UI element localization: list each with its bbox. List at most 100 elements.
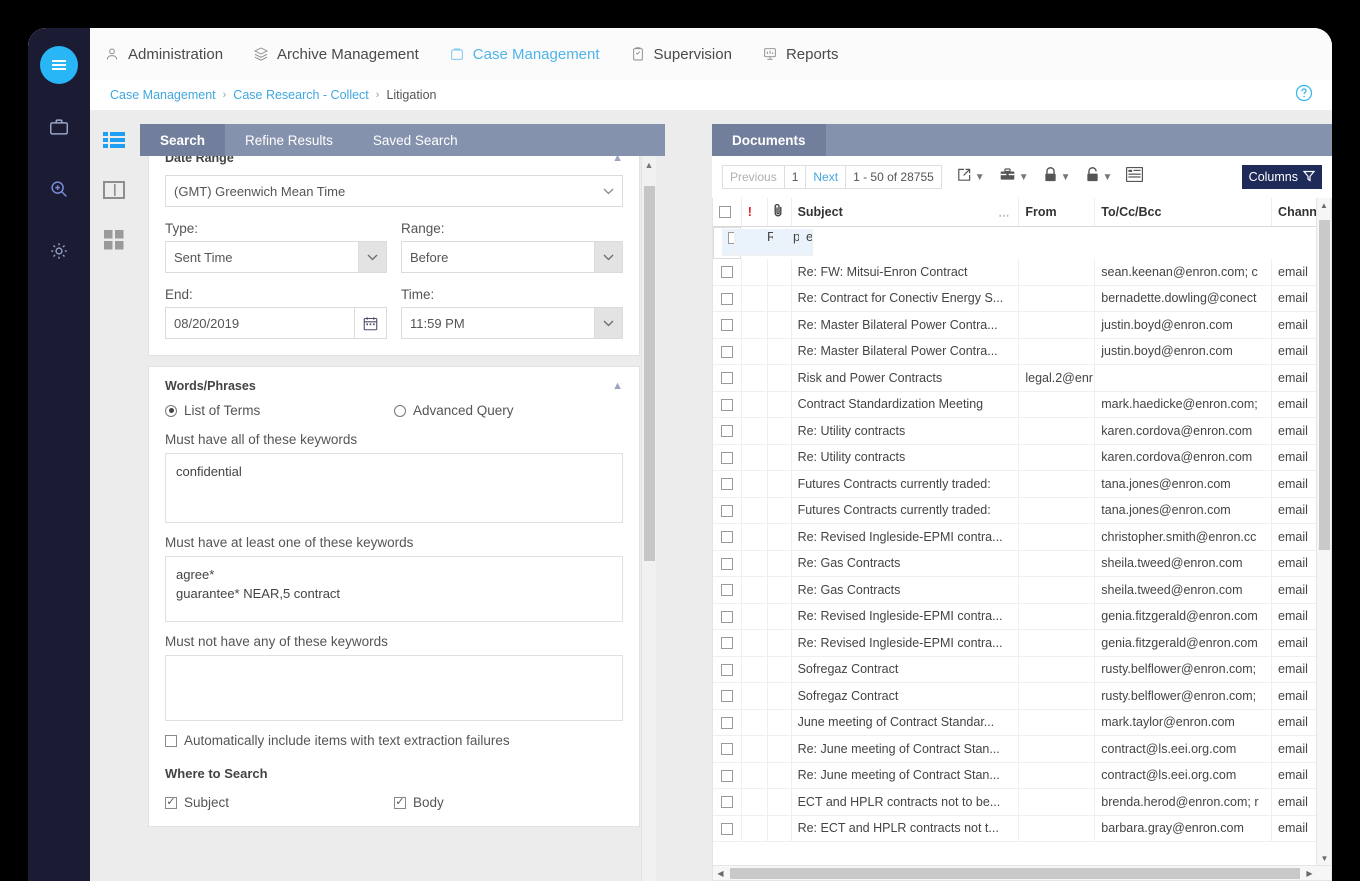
must-one-textarea[interactable]: agree* guarantee* NEAR,5 contract: [165, 556, 623, 622]
search-plus-icon[interactable]: [40, 170, 78, 208]
row-checkbox[interactable]: [720, 716, 733, 729]
row-flag-cell[interactable]: [741, 311, 768, 339]
row-subject-cell[interactable]: Sofregaz Contract: [791, 656, 1020, 683]
row-from-cell[interactable]: legal.2@enr: [1018, 364, 1096, 392]
row-from-cell[interactable]: [1018, 576, 1096, 604]
table-row[interactable]: Re: June meeting of Contract Stan... cont…: [713, 762, 1331, 789]
row-to-cell[interactable]: sheila.tweed@enron.com: [1094, 550, 1273, 577]
row-checkbox[interactable]: [720, 769, 733, 782]
row-checkbox[interactable]: [720, 610, 733, 623]
row-checkbox-cell[interactable]: [713, 656, 742, 683]
row-to-cell[interactable]: mark.taylor@enron.com: [1094, 709, 1273, 736]
row-from-cell[interactable]: [1018, 709, 1096, 736]
table-row[interactable]: Risk and Power Contracts legal.2@enr email: [713, 364, 1331, 392]
table-row[interactable]: Re: FW: Mitsui-Enron Contract sean.keenan…: [713, 258, 1331, 286]
timezone-select[interactable]: (GMT) Greenwich Mean Time: [165, 175, 623, 207]
tab-saved-search[interactable]: Saved Search: [353, 124, 478, 156]
unlock-button[interactable]: ▼: [1085, 166, 1112, 188]
select-all-header[interactable]: [713, 198, 742, 227]
row-checkbox-cell[interactable]: [713, 311, 742, 339]
row-checkbox[interactable]: [720, 425, 733, 438]
table-row[interactable]: Re: Utility contracts karen.cordova@enron…: [713, 417, 1331, 445]
row-checkbox[interactable]: [720, 584, 733, 597]
scroll-down-icon[interactable]: ▼: [1317, 851, 1331, 866]
row-attachment-cell[interactable]: [767, 311, 792, 339]
row-checkbox-cell[interactable]: [713, 258, 742, 286]
row-subject-cell[interactable]: ECT and HPLR contracts not to be...: [791, 788, 1020, 816]
row-subject-cell[interactable]: Re: Master Bilateral Power Contra...: [791, 311, 1020, 339]
scroll-up-icon[interactable]: ▲: [1317, 198, 1331, 213]
row-from-cell[interactable]: [1018, 391, 1096, 418]
row-subject-cell[interactable]: Re: June meeting of Contract Stan...: [791, 762, 1020, 789]
checkbox-subject[interactable]: ✓ Subject: [165, 795, 394, 810]
row-flag-cell[interactable]: [741, 258, 768, 286]
tab-documents[interactable]: Documents: [712, 124, 826, 156]
row-checkbox-cell[interactable]: [713, 629, 742, 657]
row-flag-cell[interactable]: [741, 815, 768, 842]
row-from-cell[interactable]: [1018, 788, 1096, 816]
table-vertical-scrollbar[interactable]: ▲ ▼: [1316, 198, 1331, 866]
list-view-icon[interactable]: [101, 128, 127, 152]
row-from-cell[interactable]: [1018, 735, 1096, 763]
row-subject-cell[interactable]: Re: Contract for Conectiv Energy S...: [791, 285, 1020, 312]
scrollbar-thumb[interactable]: [644, 186, 655, 561]
row-to-cell[interactable]: justin.boyd@enron.com: [1094, 311, 1273, 339]
select-all-checkbox[interactable]: [719, 206, 731, 219]
row-channel-cell[interactable]: email: [800, 229, 813, 256]
row-from-cell[interactable]: [1018, 682, 1096, 710]
row-flag-cell[interactable]: [741, 470, 768, 498]
next-page-button[interactable]: Next: [806, 166, 847, 188]
row-attachment-cell[interactable]: [767, 550, 792, 577]
row-to-cell[interactable]: karen.cordova@enron.com: [1094, 417, 1273, 445]
table-row[interactable]: Re: Contract for Conectiv Energy S... ber…: [713, 285, 1331, 312]
scroll-right-icon[interactable]: ▶: [1302, 866, 1317, 881]
row-checkbox[interactable]: [720, 451, 733, 464]
row-attachment-cell[interactable]: [767, 576, 792, 604]
row-checkbox-cell[interactable]: [713, 523, 742, 551]
row-to-cell[interactable]: bernadette.dowling@conect: [1094, 285, 1273, 312]
row-attachment-cell[interactable]: [767, 603, 792, 630]
row-to-cell[interactable]: rusty.belflower@enron.com;: [1094, 682, 1273, 710]
row-attachment-cell[interactable]: [767, 338, 792, 365]
table-row[interactable]: Sofregaz Contract rusty.belflower@enron.c…: [713, 682, 1331, 710]
row-to-cell[interactable]: genia.fitzgerald@enron.com: [1094, 603, 1273, 630]
row-subject-cell[interactable]: Futures Contracts currently traded:: [791, 470, 1020, 498]
row-subject-cell[interactable]: Re: June meeting of Contract Stan...: [791, 735, 1020, 763]
end-date-input[interactable]: 08/20/2019: [165, 307, 387, 339]
row-checkbox[interactable]: [720, 743, 733, 756]
table-row[interactable]: Re: Revised Ingleside-EPMI contra... geni…: [713, 603, 1331, 630]
row-attachment-cell[interactable]: [767, 285, 792, 312]
row-attachment-cell[interactable]: [767, 709, 792, 736]
scroll-left-icon[interactable]: ◀: [713, 866, 728, 881]
column-menu-icon[interactable]: ⋯: [998, 209, 1010, 222]
row-checkbox-cell[interactable]: [713, 550, 742, 577]
row-checkbox-cell[interactable]: [713, 709, 742, 736]
row-checkbox-cell[interactable]: [713, 285, 742, 312]
row-to-cell[interactable]: barbara.gray@enron.com: [1094, 815, 1273, 842]
lock-button[interactable]: ▼: [1043, 166, 1071, 188]
row-to-cell[interactable]: rusty.belflower@enron.com;: [1094, 656, 1273, 683]
row-subject-cell[interactable]: Re: Gas Contracts: [791, 550, 1020, 577]
tab-refine-results[interactable]: Refine Results: [225, 124, 353, 156]
scrollbar-thumb[interactable]: [730, 867, 1300, 879]
row-checkbox-cell[interactable]: [713, 682, 742, 710]
row-checkbox[interactable]: [720, 796, 733, 809]
collapse-chevron-icon[interactable]: ▲: [612, 380, 623, 392]
table-row[interactable]: Futures Contracts currently traded: tana.…: [713, 470, 1331, 498]
table-row[interactable]: Re: Master Bilateral Power Contra... just…: [713, 338, 1331, 365]
table-horizontal-scrollbar[interactable]: ◀ ▶: [713, 865, 1331, 881]
row-attachment-cell[interactable]: [767, 788, 792, 816]
row-checkbox-cell[interactable]: [713, 338, 742, 365]
must-all-textarea[interactable]: confidential: [165, 453, 623, 523]
row-from-cell[interactable]: [1018, 762, 1096, 789]
menu-icon[interactable]: [40, 46, 78, 84]
row-checkbox-cell[interactable]: [713, 417, 742, 445]
row-checkbox[interactable]: [720, 478, 733, 491]
row-checkbox[interactable]: [720, 345, 733, 358]
row-subject-cell[interactable]: Re: Gas Contracts: [791, 576, 1020, 604]
row-flag-cell[interactable]: [741, 709, 768, 736]
row-flag-cell[interactable]: [741, 735, 768, 763]
row-checkbox[interactable]: [728, 231, 734, 244]
row-checkbox[interactable]: [720, 266, 733, 279]
row-to-cell[interactable]: tana.jones@enron.com: [1094, 497, 1273, 524]
